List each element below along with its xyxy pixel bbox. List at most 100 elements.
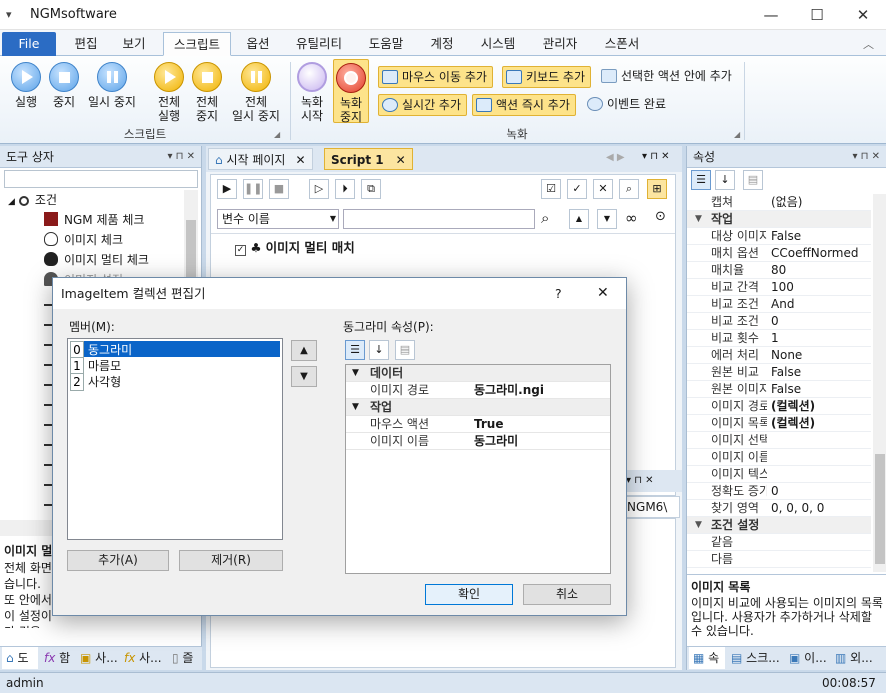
tab-view[interactable]: 보기 [112, 32, 156, 56]
action-checkbox[interactable]: ✓ [235, 245, 246, 256]
doc-tab-script1[interactable]: Script 1 ✕ [324, 148, 413, 170]
maximize-button[interactable]: ☐ [794, 0, 840, 30]
property-row[interactable]: 매치 옵션 CCoeffNormed [687, 245, 871, 262]
member-property-row[interactable]: 이미지 이름 동그라미 [346, 433, 610, 450]
move-down-button[interactable]: ▼ [291, 366, 317, 387]
script-group-launcher-icon[interactable]: ◢ [274, 130, 280, 139]
members-list[interactable]: 0 동그라미 1 마름모 2 사각형 [67, 338, 283, 540]
property-row[interactable]: 찾기 영역 0, 0, 0, 0 [687, 500, 871, 517]
editor-step-over-icon[interactable]: ⧉ [361, 179, 381, 199]
property-category[interactable]: ▼ 조건 설정 [687, 517, 871, 534]
filter-search-icon[interactable]: ⌕ [541, 209, 549, 227]
variable-filter-input[interactable] [343, 209, 535, 229]
property-row[interactable]: 비교 조건 0 [687, 313, 871, 330]
editor-stop-icon[interactable]: ■ [269, 179, 289, 199]
property-row[interactable]: 캡쳐 (없음) [687, 194, 871, 211]
close-button[interactable]: ✕ [840, 0, 886, 30]
system-menu-icon[interactable]: ▾ [6, 8, 12, 21]
move-down-icon[interactable]: ▼ [597, 209, 617, 229]
member-property-grid[interactable]: ▼ 데이터 이미지 경로 동그라미.ngi ▼ 작업 마우스 액션 True 이미지 이름 동그라… [345, 364, 611, 574]
property-row[interactable]: 이미지 목록 (컬렉션) [687, 415, 871, 432]
bottom-tab-toolbox[interactable]: ⌂ 도 [2, 647, 38, 669]
property-row[interactable]: 비교 조건 And [687, 296, 871, 313]
property-row[interactable]: 원본 비교 False [687, 364, 871, 381]
property-row[interactable]: 대상 이미지 False [687, 228, 871, 245]
member-property-category[interactable]: ▼ 작업 [346, 399, 610, 416]
member-property-category[interactable]: ▼ 데이터 [346, 365, 610, 382]
add-keyboard-button[interactable]: 키보드 추가 [502, 66, 592, 88]
property-row[interactable]: 정확도 증가 0 [687, 483, 871, 500]
tab-utility[interactable]: 유틸리티 [288, 32, 350, 56]
run-button[interactable]: 실행 [6, 62, 46, 109]
tab-help[interactable]: 도움말 [360, 32, 412, 56]
add-action-now-button[interactable]: 액션 즉시 추가 [472, 94, 576, 116]
tree-item-image-check[interactable]: 이미지 체크 [44, 230, 123, 250]
member-item[interactable]: 2 사각형 [70, 373, 121, 391]
collapse-icon[interactable]: ▼ [352, 365, 359, 382]
editor-tree-icon[interactable]: ⊞ [647, 179, 667, 199]
lower-panel-controls[interactable]: ▾ ⊓ ✕ [626, 470, 682, 492]
tree-item-condition[interactable]: ◢ 조건 [8, 190, 57, 210]
editor-run-icon[interactable]: ▶ [217, 179, 237, 199]
minimize-button[interactable]: — [748, 0, 794, 30]
collapse-icon[interactable]: ▼ [352, 399, 359, 416]
properties-scrollbar[interactable] [873, 194, 886, 572]
help-button[interactable]: ? [555, 278, 562, 309]
pause-button[interactable]: 일시 중지 [84, 62, 140, 109]
editor-check-icon[interactable]: ✓ [567, 179, 587, 199]
property-row[interactable]: 원본 이미지 False [687, 381, 871, 398]
dialog-close-button[interactable]: ✕ [597, 278, 609, 309]
editor-pause-icon[interactable]: ❚❚ [243, 179, 263, 199]
more-icon[interactable]: ⊙ [655, 209, 666, 224]
ok-button[interactable]: 확인 [425, 584, 513, 605]
doc-tab-start-page[interactable]: ⌂ 시작 페이지 ✕ [208, 148, 313, 170]
variable-name-select[interactable]: 변수 이름 ▼ [217, 209, 339, 229]
record-start-button[interactable]: 녹화 시작 [294, 62, 330, 123]
cancel-button[interactable]: 취소 [523, 584, 611, 605]
property-row[interactable]: 같음 [687, 534, 871, 551]
bottom-tab-external[interactable]: ▥ 외... [831, 647, 885, 669]
bottom-tab-function[interactable]: fx 함 [40, 647, 74, 669]
lower-path-field[interactable]: \NGM6\ [622, 496, 680, 518]
bottom-tab-user-function[interactable]: fx 사... [120, 647, 166, 669]
property-row[interactable]: 비교 간격 100 [687, 279, 871, 296]
editor-step-icon[interactable]: ▷ [309, 179, 329, 199]
stop-all-button[interactable]: 전체 중지 [188, 62, 226, 123]
tab-account[interactable]: 계정 [420, 32, 464, 56]
property-row[interactable]: 이미지 이름 [687, 449, 871, 466]
add-mouse-move-button[interactable]: 마우스 이동 추가 [378, 66, 493, 88]
tab-admin[interactable]: 관리자 [532, 32, 588, 56]
member-item[interactable]: 0 동그라미 [70, 341, 280, 359]
pause-all-button[interactable]: 전체 일시 중지 [228, 62, 284, 123]
doc-scroll-arrows-icon[interactable]: ◀ ▶ [606, 152, 625, 163]
alphabetical-icon[interactable]: ↓ [715, 170, 735, 190]
collapse-icon[interactable]: ▼ [695, 517, 702, 534]
property-row[interactable]: 이미지 경로 (컬렉션) [687, 398, 871, 415]
properties-pin-controls[interactable]: ▾ ⊓ ✕ [852, 146, 880, 168]
categorized-icon[interactable]: ☰ [691, 170, 711, 190]
run-all-button[interactable]: 전체 실행 [150, 62, 188, 123]
toolbox-pin-controls[interactable]: ▾ ⊓ ✕ [167, 146, 195, 168]
property-category[interactable]: ▼ 작업 [687, 211, 871, 228]
property-row[interactable]: 이미지 텍스트 [687, 466, 871, 483]
move-up-button[interactable]: ▲ [291, 340, 317, 361]
dialog-property-pages-icon[interactable]: ▤ [395, 340, 415, 360]
ribbon-collapse-icon[interactable]: ︿ [863, 36, 874, 52]
tree-item-image-multi-check[interactable]: 이미지 멀티 체크 [44, 250, 149, 270]
event-complete-button[interactable]: 이벤트 완료 [584, 94, 671, 116]
action-image-multi-match[interactable]: ✓ ♣ 이미지 멀티 매치 [235, 237, 355, 256]
editor-check-all-icon[interactable]: ☑ [541, 179, 561, 199]
add-button[interactable]: 추가(A) [67, 550, 169, 571]
property-row[interactable]: 비교 횟수 1 [687, 330, 871, 347]
collapse-icon[interactable]: ▼ [695, 211, 702, 228]
editor-search-icon[interactable]: ⌕ [619, 179, 639, 199]
bottom-tab-favorites[interactable]: ▯ 즐 [168, 647, 202, 669]
add-in-selected-action-button[interactable]: 선택한 액션 안에 추가 [598, 66, 737, 88]
tab-file[interactable]: File [2, 32, 56, 56]
dialog-alphabetical-icon[interactable]: ↓ [369, 340, 389, 360]
editor-delete-icon[interactable]: ✕ [593, 179, 613, 199]
member-item[interactable]: 1 마름모 [70, 357, 121, 375]
member-property-row[interactable]: 마우스 액션 True [346, 416, 610, 433]
move-up-icon[interactable]: ▲ [569, 209, 589, 229]
toolbox-search-input[interactable] [4, 170, 198, 188]
